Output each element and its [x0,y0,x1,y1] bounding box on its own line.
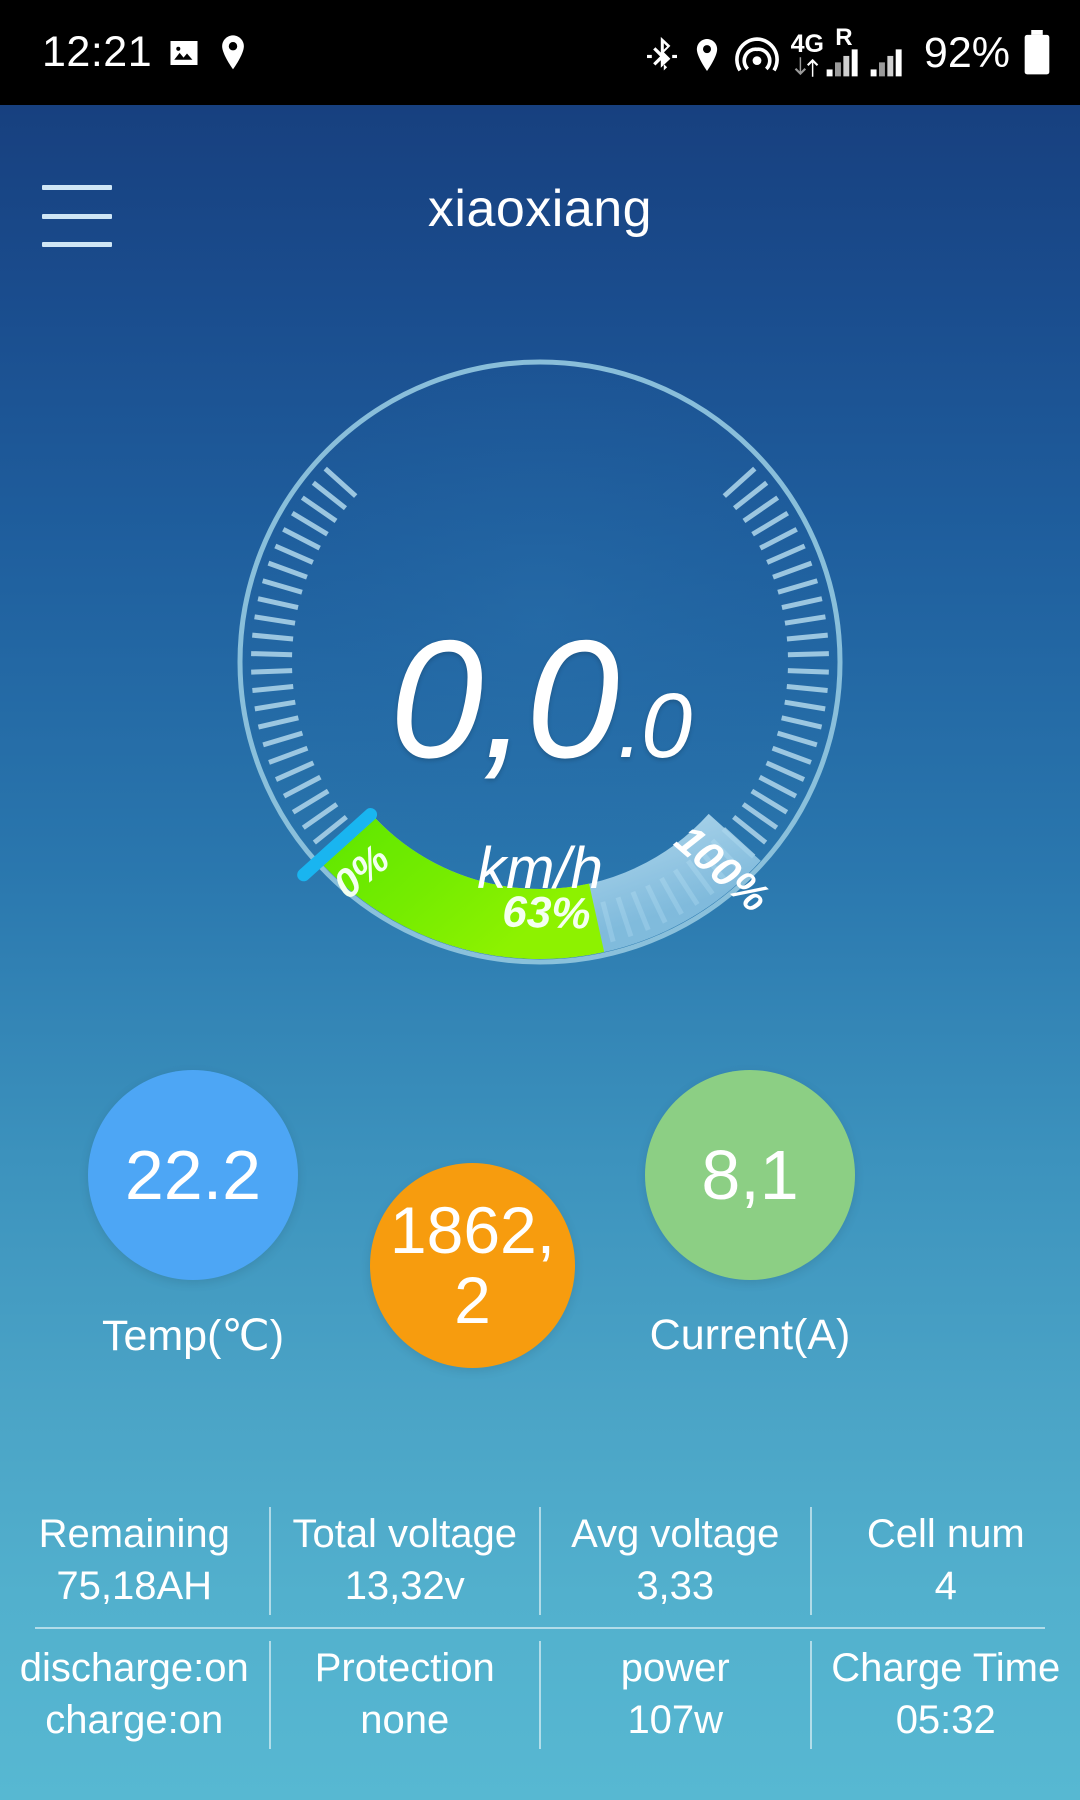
cell-value: 3,33 [636,1565,714,1607]
cell-discharge-charge[interactable]: discharge:on charge:on [0,1629,269,1761]
cell-value: none [360,1699,449,1741]
current-bubble[interactable]: 8,1 [645,1070,855,1280]
hamburger-bar [42,242,112,247]
status-bar-right: 4G R 92% [645,27,1052,79]
speed-gauge[interactable]: 0% 63% 100% 0,0.0 km/h [168,290,912,1050]
network-gen-label: 4G [791,33,824,79]
status-bar: 12:21 4G [0,0,1080,105]
location-pin-icon [216,34,250,72]
temperature-label: Temp(℃) [28,1311,358,1361]
cell-value: 13,32v [345,1565,465,1607]
table-row: Remaining 75,18AH Total voltage 13,32v A… [0,1495,1080,1627]
app-screen: xiaoxiang [0,105,1080,1800]
battery-icon [1022,30,1052,76]
battery-percent-label: 92% [924,29,1010,78]
status-bar-left: 12:21 [42,31,250,74]
cell-power[interactable]: power 107w [541,1629,810,1761]
table-row: discharge:on charge:on Protection none p… [0,1629,1080,1761]
cell-value: 05:32 [896,1699,996,1741]
cell-total-voltage[interactable]: Total voltage 13,32v [271,1495,540,1627]
location-pin-icon [691,36,723,78]
cell-value: charge:on [45,1699,223,1741]
temperature-bubble[interactable]: 22.2 [88,1070,298,1280]
cell-cell-num[interactable]: Cell num 4 [812,1495,1080,1627]
signal-bars-icon [870,48,906,78]
roaming-indicator: R [835,27,852,49]
app-header: xiaoxiang [0,105,1080,265]
current-label: Current(A) [585,1311,915,1360]
cell-remaining[interactable]: Remaining 75,18AH [0,1495,269,1627]
cell-charge-time[interactable]: Charge Time 05:32 [812,1629,1080,1761]
cell-key: Avg voltage [571,1513,779,1555]
cell-key: discharge:on [20,1647,249,1689]
cell-key: Cell num [867,1513,1025,1555]
cell-value: 4 [935,1565,957,1607]
cell-key: Charge Time [831,1647,1060,1689]
image-icon [166,35,202,71]
cell-key: Protection [315,1647,495,1689]
battery-info-table: Remaining 75,18AH Total voltage 13,32v A… [0,1495,1080,1761]
cell-protection[interactable]: Protection none [271,1629,540,1761]
metric-bubbles: 22.2 8,1 1862,2 Temp(℃) Current(A) [0,1045,1080,1435]
hotspot-icon [735,36,779,78]
bluetooth-icon [645,36,679,78]
cell-avg-voltage[interactable]: Avg voltage 3,33 [541,1495,810,1627]
signal-bars-icon [826,48,862,78]
cell-value: 75,18AH [56,1565,212,1607]
mobile-data-arrows-icon [792,56,822,78]
cell-key: Remaining [39,1513,230,1555]
gauge-graphics: 0% 63% 100% [168,290,912,1050]
cell-key: power [621,1647,730,1689]
capacity-bubble[interactable]: 1862,2 [370,1163,575,1368]
capacity-value: 1862,2 [390,1196,555,1335]
page-title: xiaoxiang [0,179,1080,239]
arc-value-label: 63% [502,887,591,938]
temperature-value: 22.2 [125,1140,261,1210]
current-value: 8,1 [701,1140,798,1210]
cell-value: 107w [627,1699,723,1741]
cell-key: Total voltage [292,1513,517,1555]
status-clock: 12:21 [42,31,152,74]
mobile-network-group: 4G R [791,27,906,79]
